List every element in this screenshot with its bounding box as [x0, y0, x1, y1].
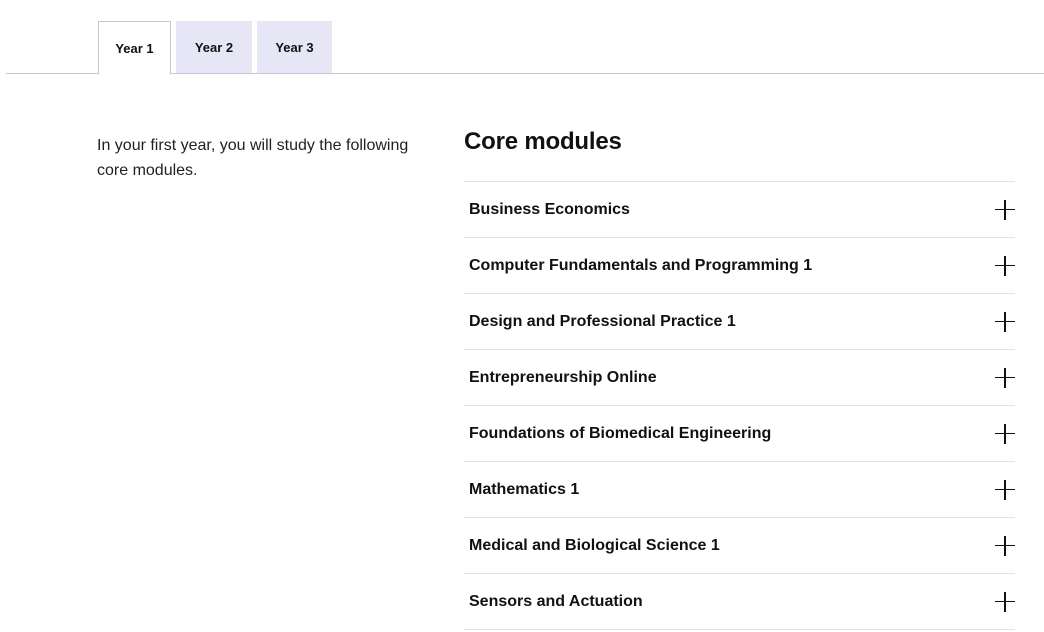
year-tabs: Year 1 Year 2 Year 3 [6, 0, 1044, 75]
plus-icon[interactable] [995, 367, 1015, 388]
module-design-professional-practice[interactable]: Design and Professional Practice 1 [464, 294, 1015, 350]
module-title: Mathematics 1 [469, 480, 580, 498]
module-title: Entrepreneurship Online [469, 368, 657, 386]
module-foundations-biomedical-engineering[interactable]: Foundations of Biomedical Engineering [464, 406, 1015, 462]
plus-icon[interactable] [995, 255, 1015, 276]
plus-icon[interactable] [995, 311, 1015, 332]
core-modules-heading: Core modules [464, 128, 622, 155]
module-business-economics[interactable]: Business Economics [464, 182, 1015, 238]
core-modules-list: Business Economics Computer Fundamentals… [464, 181, 1015, 630]
module-title: Business Economics [469, 200, 630, 218]
tab-year-3[interactable]: Year 3 [257, 21, 332, 73]
tab-year-2[interactable]: Year 2 [176, 21, 252, 73]
tab-year-1[interactable]: Year 1 [98, 21, 171, 75]
plus-icon[interactable] [995, 591, 1015, 612]
module-title: Computer Fundamentals and Programming 1 [469, 256, 813, 274]
module-entrepreneurship-online[interactable]: Entrepreneurship Online [464, 350, 1015, 406]
module-mathematics-1[interactable]: Mathematics 1 [464, 462, 1015, 518]
module-title: Sensors and Actuation [469, 592, 643, 610]
module-title: Design and Professional Practice 1 [469, 312, 736, 330]
year-intro-text: In your first year, you will study the f… [97, 137, 409, 179]
plus-icon[interactable] [995, 423, 1015, 444]
module-sensors-actuation[interactable]: Sensors and Actuation [464, 574, 1015, 630]
module-title: Foundations of Biomedical Engineering [469, 424, 772, 442]
module-computer-fundamentals[interactable]: Computer Fundamentals and Programming 1 [464, 238, 1015, 294]
module-medical-biological-science[interactable]: Medical and Biological Science 1 [464, 518, 1015, 574]
plus-icon[interactable] [995, 535, 1015, 556]
plus-icon[interactable] [995, 479, 1015, 500]
plus-icon[interactable] [995, 199, 1015, 220]
module-title: Medical and Biological Science 1 [469, 536, 720, 554]
